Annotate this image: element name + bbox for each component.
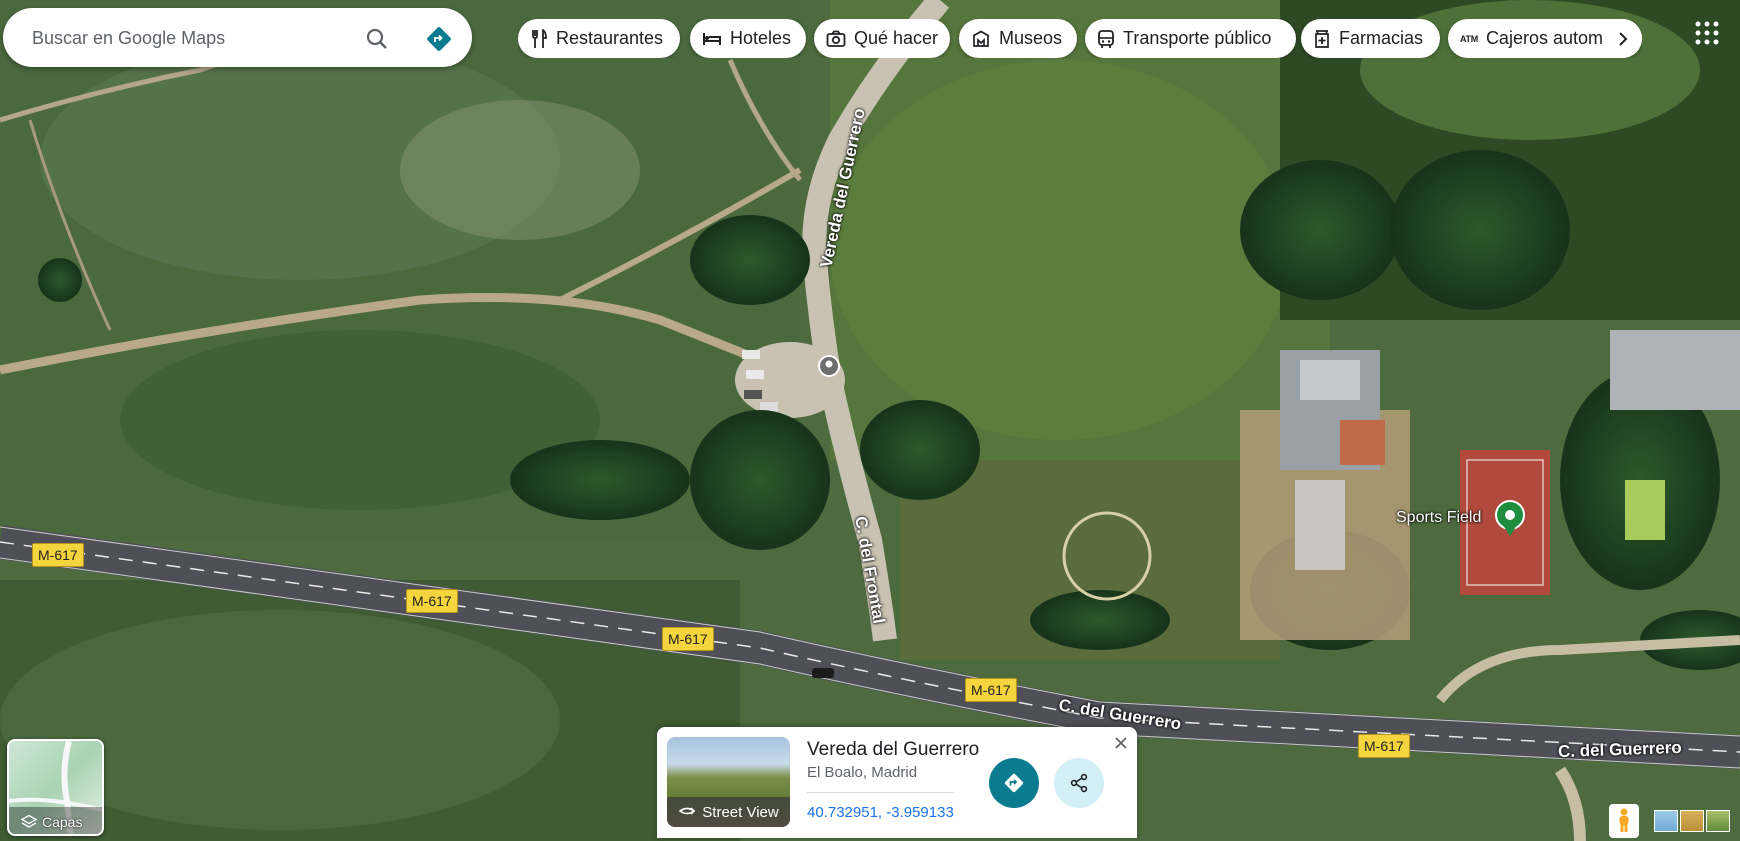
apps-grid-icon[interactable] — [1694, 20, 1720, 46]
pegman-button[interactable] — [1609, 804, 1639, 838]
layers-icon — [21, 814, 37, 828]
directions-icon — [427, 27, 451, 51]
location-marker[interactable] — [818, 355, 840, 377]
chip-label: Transporte público — [1123, 28, 1272, 48]
camera-icon — [826, 30, 846, 47]
chip-que-hacer[interactable]: Qué hacer — [814, 19, 950, 58]
layers-button[interactable]: Capas — [7, 739, 104, 836]
place-coordinates[interactable]: 40.732951, -3.959133 — [807, 804, 954, 821]
search-input[interactable]: Buscar en Google Maps — [32, 28, 225, 49]
chip-label: Farmacias — [1339, 28, 1424, 48]
chip-museos[interactable]: Museos — [959, 19, 1077, 58]
chip-restaurantes[interactable]: Restaurantes — [518, 19, 680, 58]
divider — [807, 792, 954, 793]
street-view-icon — [678, 807, 696, 815]
search-button[interactable] — [360, 22, 394, 56]
street-view-label: Street View — [702, 803, 779, 821]
directions-icon — [1004, 773, 1024, 793]
road-shield-m617: M-617 — [1358, 734, 1410, 758]
road-shield-m617: M-617 — [406, 589, 458, 613]
place-title: Vereda del Guerrero — [807, 739, 980, 760]
layers-label: Capas — [21, 814, 82, 830]
imagery-thumb-1[interactable] — [1654, 810, 1678, 832]
chevron-right-icon — [1619, 31, 1628, 46]
chip-label: Restaurantes — [556, 28, 664, 48]
chips-next-button[interactable] — [1604, 19, 1642, 58]
poi-label-sports-field[interactable]: Sports Field — [1396, 509, 1481, 527]
close-icon — [1115, 737, 1127, 749]
street-view-button[interactable]: Street View — [667, 797, 790, 827]
imagery-thumb-3[interactable] — [1706, 810, 1730, 832]
road-shield-m617: M-617 — [965, 678, 1017, 702]
atm-icon: ATM — [1460, 33, 1478, 44]
chip-farmacias[interactable]: Farmacias — [1301, 19, 1440, 58]
layers-text: Capas — [42, 814, 83, 830]
pegman-icon — [1619, 808, 1629, 832]
place-close-button[interactable] — [1111, 733, 1131, 753]
place-card[interactable]: Street View Vereda del Guerrero El Boalo… — [657, 727, 1137, 838]
fork-knife-icon — [532, 28, 547, 48]
bed-icon — [703, 32, 721, 45]
search-box[interactable]: Buscar en Google Maps — [3, 8, 472, 67]
chip-label: Qué hacer — [854, 28, 939, 48]
pharmacy-icon — [1315, 29, 1329, 48]
place-directions-button[interactable] — [989, 758, 1039, 808]
directions-button[interactable] — [422, 22, 456, 56]
road-shield-m617: M-617 — [32, 543, 84, 567]
museum-icon — [972, 30, 990, 47]
search-icon — [366, 28, 387, 49]
chip-label: Cajeros autom — [1485, 28, 1603, 48]
satellite-map[interactable] — [0, 0, 1740, 841]
chip-transporte-publico[interactable]: Transporte público — [1085, 19, 1296, 58]
imagery-thumb-2[interactable] — [1680, 810, 1704, 832]
street-view-thumbnail[interactable]: Street View — [667, 737, 790, 827]
bus-icon — [1098, 29, 1114, 48]
place-share-button[interactable] — [1054, 758, 1104, 808]
place-subtitle: El Boalo, Madrid — [807, 764, 918, 781]
chip-label: Museos — [999, 28, 1063, 48]
category-chips: Restaurantes Hoteles Qué hacer Museos Tr… — [518, 19, 1642, 58]
share-icon — [1070, 773, 1088, 793]
chip-hoteles[interactable]: Hoteles — [690, 19, 806, 58]
road-shield-m617: M-617 — [662, 627, 714, 651]
chip-label: Hoteles — [730, 28, 792, 48]
